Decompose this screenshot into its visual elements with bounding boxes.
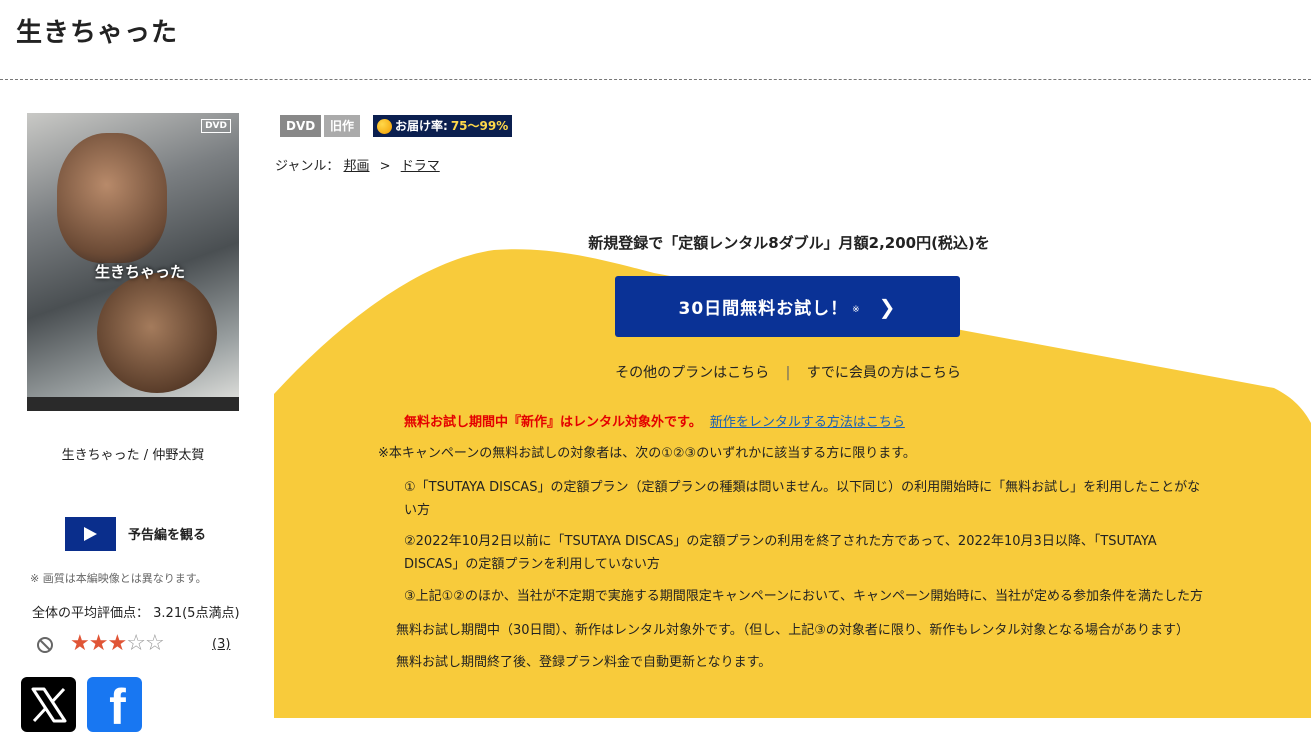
poster-title: 生きちゃった — [95, 263, 186, 281]
release-badge: 旧作 — [324, 115, 361, 137]
other-plans-link[interactable]: その他のプランはこちら — [615, 365, 769, 381]
delivery-rate-badge: お届け率: 75〜99% — [373, 115, 513, 137]
product-caption: 生きちゃった / 仲野太賀 — [61, 448, 205, 463]
star-empty-icon[interactable]: ☆ — [145, 631, 165, 656]
delivery-rate: 75〜99% — [450, 119, 509, 133]
dvd-jacket-image[interactable]: DVD 生きちゃった — [27, 113, 239, 411]
average-rating-label: 全体の平均評価点： — [32, 606, 150, 621]
poster-bottom-stripe — [27, 397, 239, 411]
star-filled-icon[interactable]: ★ — [89, 631, 109, 656]
review-count-link[interactable]: (3) — [212, 637, 230, 652]
quality-note: ※ 画質は本編映像とは異なります。 — [30, 572, 207, 585]
genre-separator: > — [379, 159, 391, 174]
x-logo-icon — [31, 687, 66, 722]
facebook-logo-icon: f — [109, 679, 126, 732]
facebook-share-button[interactable]: f — [87, 677, 142, 732]
orange-circle-icon — [377, 118, 392, 134]
plan-links: その他のプランはこちら | すでに会員の方はこちら — [560, 362, 1016, 382]
delivery-label: お届け率: — [395, 119, 448, 133]
new-release-rental-link[interactable]: 新作をレンタルする方法はこちら — [710, 415, 905, 430]
header-divider — [0, 79, 1311, 80]
trial-note-auto-renewal: 無料お試し期間終了後、登録プラン料金で自動更新となります。 — [396, 655, 772, 670]
star-filled-icon[interactable]: ★ — [70, 631, 90, 656]
warning-text: 無料お試し期間中『新作』はレンタル対象外です。 — [404, 415, 702, 430]
page-title: 生きちゃった — [16, 18, 179, 48]
average-rating: 全体の平均評価点： 3.21(5点満点) — [32, 602, 240, 621]
genre-breadcrumb: ジャンル： 邦画 > ドラマ — [275, 155, 440, 174]
ban-icon[interactable] — [36, 636, 54, 654]
dvd-logo: DVD — [201, 119, 231, 133]
new-release-warning: 無料お試し期間中『新作』はレンタル対象外です。 新作をレンタルする方法はこちら — [404, 411, 905, 430]
poster-figure-bottom — [97, 273, 217, 393]
x-share-button[interactable] — [21, 677, 76, 732]
chevron-right-icon: ❯ — [878, 294, 897, 319]
member-login-link[interactable]: すでに会員の方はこちら — [807, 365, 961, 381]
campaign-intro: ※本キャンペーンの無料お試しの対象者は、次の①②③のいずれかに該当する方に限りま… — [378, 446, 916, 461]
free-trial-note-mark: ※ — [852, 304, 861, 315]
condition-3: ③上記①②のほか、当社が不定期で実施する期間限定キャンペーンにおいて、キャンペー… — [404, 589, 1203, 604]
average-rating-value: 3.21(5点満点) — [153, 606, 240, 621]
condition-2: ②2022年10月2日以前に「TSUTAYA DISCAS」の定額プランの利用を… — [404, 534, 1157, 572]
free-trial-button[interactable]: 30日間無料お試し！ ※ ❯ — [615, 276, 960, 337]
trial-note-new-releases: 無料お試し期間中（30日間）、新作はレンタル対象外です。（但し、上記③の対象者に… — [396, 623, 1189, 638]
rating-stars[interactable]: ★★★☆☆ — [70, 631, 165, 656]
star-filled-icon[interactable]: ★ — [107, 631, 127, 656]
genre-label: ジャンル： — [275, 159, 340, 174]
promo-heading: 新規登録で「定額レンタル8ダブル」月額2,200円(税込)を — [588, 234, 990, 252]
format-badge: DVD — [280, 115, 322, 137]
condition-1: ①「TSUTAYA DISCAS」の定額プラン（定額プランの種類は問いません。以… — [404, 480, 1201, 518]
trailer-label[interactable]: 予告編を観る — [128, 524, 206, 543]
star-empty-icon[interactable]: ☆ — [126, 631, 146, 656]
play-trailer-button[interactable] — [65, 517, 116, 551]
play-icon — [84, 527, 97, 541]
free-trial-label: 30日間無料お試し！ — [678, 299, 849, 319]
genre-link-child[interactable]: ドラマ — [401, 159, 440, 174]
plan-link-divider: | — [785, 365, 791, 381]
genre-link-parent[interactable]: 邦画 — [344, 159, 370, 174]
poster-figure-top — [57, 133, 167, 263]
